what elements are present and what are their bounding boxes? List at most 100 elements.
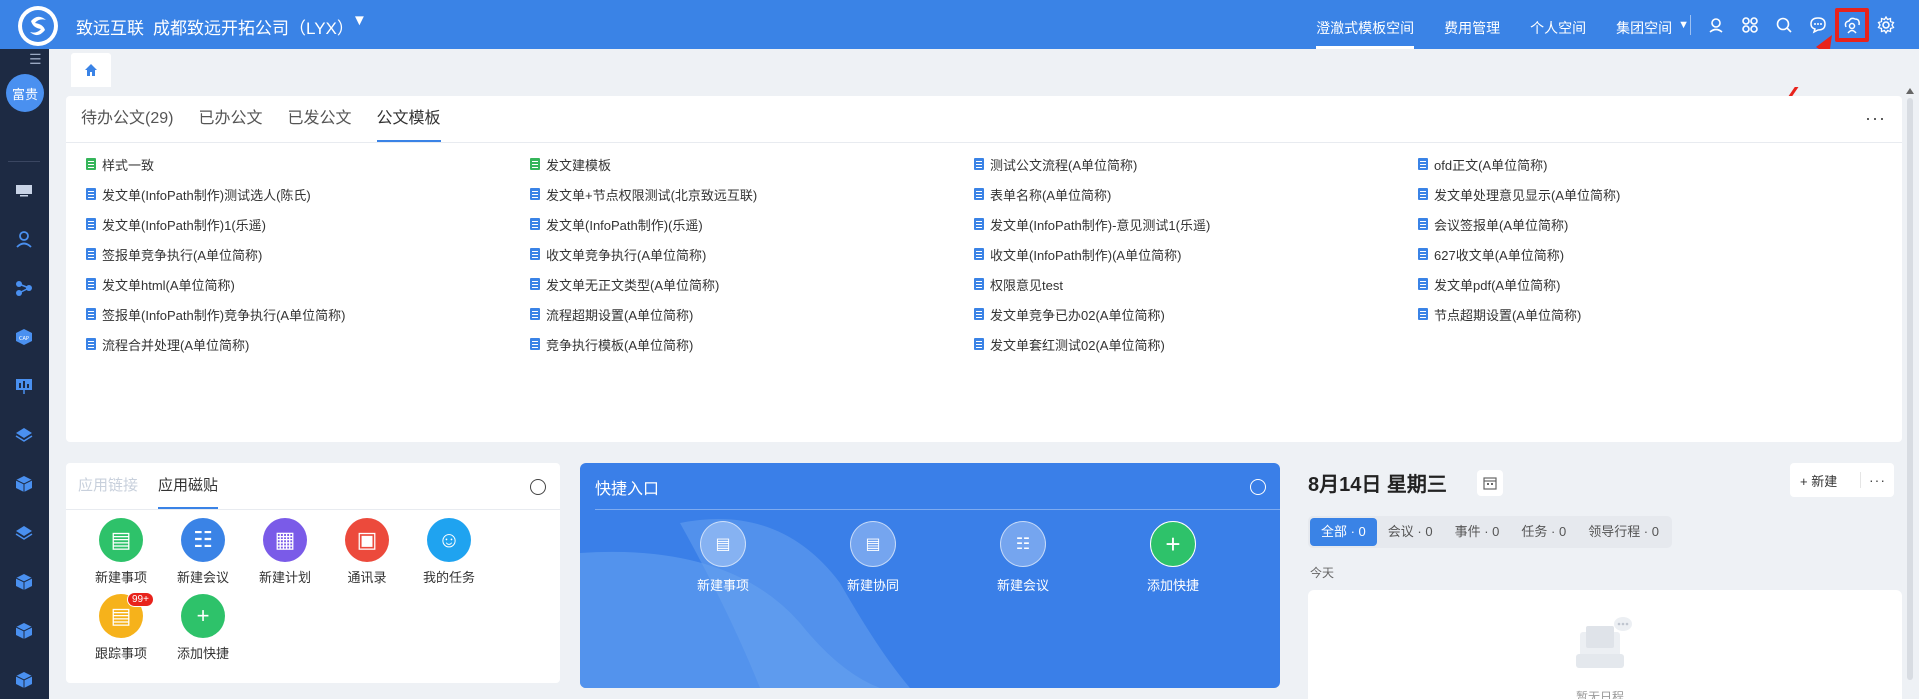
doc-template-item[interactable]: 发文单+节点权限测试(北京致远互联) [530, 184, 974, 204]
doc-template-item[interactable]: 收文单(InfoPath制作)(A单位简称) [974, 244, 1418, 264]
cube-icon[interactable] [14, 621, 34, 641]
logo[interactable] [18, 6, 58, 46]
more-icon[interactable]: ··· [1865, 108, 1886, 129]
doc-template-item[interactable]: 表单名称(A单位简称) [974, 184, 1418, 204]
person-icon[interactable] [14, 229, 34, 249]
company-name[interactable]: 成都致远开拓公司（LYX） [153, 14, 354, 39]
layers-icon[interactable] [14, 425, 34, 445]
tab-app-tiles[interactable]: 应用磁贴 [158, 463, 219, 509]
doc-template-item[interactable]: 竞争执行模板(A单位简称) [530, 334, 974, 354]
app-tile[interactable]: + 添加快捷 [162, 594, 244, 662]
collapse-sidebar-icon[interactable]: ☰ [29, 51, 42, 68]
nav-item-group-space[interactable]: 集团空间 [1616, 0, 1672, 49]
nav-item-template-space[interactable]: 澄澈式模板空间 [1316, 0, 1415, 49]
chart-board-icon[interactable] [14, 376, 34, 396]
doc-template-item[interactable]: 发文单html(A单位简称) [86, 274, 530, 294]
tab-app-links[interactable]: 应用链接 [78, 463, 138, 509]
doc-template-item[interactable]: 发文单无正文类型(A单位简称) [530, 274, 974, 294]
edit-icon[interactable] [530, 479, 546, 495]
new-task-icon: ▤ [99, 518, 143, 562]
doc-template-item[interactable]: 发文单pdf(A单位简称) [1418, 274, 1862, 294]
location-person-icon[interactable] [1699, 8, 1733, 42]
top-bar: 致远互联 成都致远开拓公司（LYX） ▼ 澄澈式模板空间 费用管理 个人空间 集… [0, 0, 1919, 49]
tab-doc-templates[interactable]: 公文模板 [376, 96, 441, 142]
new-schedule-button[interactable]: + 新建 [1790, 471, 1860, 490]
nav-item-expense[interactable]: 费用管理 [1444, 0, 1500, 49]
cube-icon[interactable] [14, 572, 34, 592]
calendar-filter-tab[interactable]: 领导行程 · 0 [1577, 518, 1670, 546]
app-tile-label: 添加快捷 [176, 646, 229, 661]
doc-template-item[interactable]: 签报单竞争执行(A单位简称) [86, 244, 530, 264]
app-tile[interactable]: ☷ 新建会议 [162, 518, 244, 586]
quick-entry-item[interactable]: + 添加快捷 [1098, 521, 1248, 594]
company-switch-icon[interactable]: ▼ [352, 12, 367, 29]
doc-template-item[interactable]: 节点超期设置(A单位简称) [1418, 304, 1862, 324]
doc-template-item[interactable]: 流程超期设置(A单位简称) [530, 304, 974, 324]
my-task-icon: ☺ [427, 518, 471, 562]
doc-template-item[interactable]: 签报单(InfoPath制作)竞争执行(A单位简称) [86, 304, 530, 324]
divider [8, 161, 40, 162]
doc-template-item[interactable]: 会议签报单(A单位简称) [1418, 214, 1862, 234]
doc-template-item[interactable]: 权限意见test [974, 274, 1418, 294]
calendar-filter-tab[interactable]: 事件 · 0 [1444, 518, 1511, 546]
doc-template-item[interactable]: 发文单套红测试02(A单位简称) [974, 334, 1418, 354]
cube-icon[interactable] [14, 474, 34, 494]
app-tile[interactable]: ▦ 新建计划 [244, 518, 326, 586]
app-panel: 应用链接 应用磁贴 ▤ 新建事项 ☷ 新建会议 ▦ 新建计划 ▣ 通讯录 ☺ 我的任务 ▤ 99+ 跟踪… [66, 463, 560, 683]
cloud-person-icon[interactable] [1835, 7, 1869, 42]
today-label: 今天 [1310, 566, 1335, 580]
doc-template-item[interactable]: 收文单竞争执行(A单位简称) [530, 244, 974, 264]
page-tab-strip [49, 49, 1919, 87]
doc-template-label: 权限意见test [990, 277, 1063, 293]
app-tile[interactable]: ☺ 我的任务 [408, 518, 490, 586]
divider [66, 142, 1902, 143]
doc-template-item[interactable]: 样式一致 [86, 154, 530, 174]
cube-icon[interactable] [14, 670, 34, 690]
new-task-icon: ▤ [700, 521, 746, 567]
quick-entry-item[interactable]: ☷ 新建会议 [948, 521, 1098, 594]
doc-template-label: 竞争执行模板(A单位简称) [546, 337, 694, 353]
document-icon [530, 278, 540, 290]
doc-template-item[interactable]: 发文单处理意见显示(A单位简称) [1418, 184, 1862, 204]
doc-template-item[interactable]: 测试公文流程(A单位简称) [974, 154, 1418, 174]
calendar-filter-tab[interactable]: 任务 · 0 [1510, 518, 1577, 546]
doc-template-item[interactable]: 发文单(InfoPath制作)测试选人(陈氏) [86, 184, 530, 204]
meeting-icon: ☷ [1000, 521, 1046, 567]
document-icon [530, 218, 540, 230]
cap-icon[interactable]: CAP [14, 327, 34, 347]
quick-entry-item[interactable]: ▤ 新建协同 [798, 521, 948, 594]
tab-sent-docs[interactable]: 已发公文 [287, 96, 351, 142]
doc-template-item[interactable]: 发文单(InfoPath制作)-意见测试1(乐遥) [974, 214, 1418, 234]
calendar-filter-tab[interactable]: 全部 · 0 [1310, 518, 1377, 546]
home-tab[interactable] [71, 53, 111, 87]
avatar[interactable]: 富贵 [6, 74, 44, 112]
doc-template-item[interactable]: ofd正文(A单位简称) [1418, 154, 1862, 174]
settings-icon[interactable] [1869, 8, 1903, 42]
tab-pending-docs[interactable]: 待办公文(29) [81, 96, 173, 142]
apps-icon[interactable] [1733, 8, 1767, 42]
empty-schedule-text: 暂无日程 [1576, 690, 1625, 699]
app-tile[interactable]: ▣ 通讯录 [326, 518, 408, 586]
doc-template-item[interactable]: 发文单(InfoPath制作)(乐遥) [530, 214, 974, 234]
doc-template-item[interactable]: 发文建模板 [530, 154, 974, 174]
doc-template-label: 发文单(InfoPath制作)-意见测试1(乐遥) [990, 217, 1211, 233]
monitor-icon[interactable] [14, 180, 34, 200]
nav-item-personal-space[interactable]: 个人空间 [1530, 0, 1586, 49]
layers-icon[interactable] [14, 523, 34, 543]
calendar-icon[interactable] [1477, 470, 1503, 496]
more-icon[interactable]: ··· [1860, 472, 1886, 488]
app-tile[interactable]: ▤ 新建事项 [80, 518, 162, 586]
app-tile[interactable]: ▤ 99+ 跟踪事项 [80, 592, 162, 662]
doc-template-item[interactable]: 627收文单(A单位简称) [1418, 244, 1862, 264]
flow-icon[interactable] [14, 278, 34, 298]
quick-entry-item[interactable]: ▤ 新建事项 [648, 521, 798, 594]
document-icon [1418, 308, 1428, 320]
document-icon [86, 278, 96, 290]
doc-template-item[interactable]: 流程合并处理(A单位简称) [86, 334, 530, 354]
doc-template-item[interactable]: 发文单(InfoPath制作)1(乐遥) [86, 214, 530, 234]
scrollbar[interactable] [1906, 88, 1914, 688]
tab-done-docs[interactable]: 已办公文 [198, 96, 262, 142]
edit-icon[interactable] [1250, 479, 1266, 495]
doc-template-item[interactable]: 发文单竞争已办02(A单位简称) [974, 304, 1418, 324]
calendar-filter-tab[interactable]: 会议 · 0 [1377, 518, 1444, 546]
